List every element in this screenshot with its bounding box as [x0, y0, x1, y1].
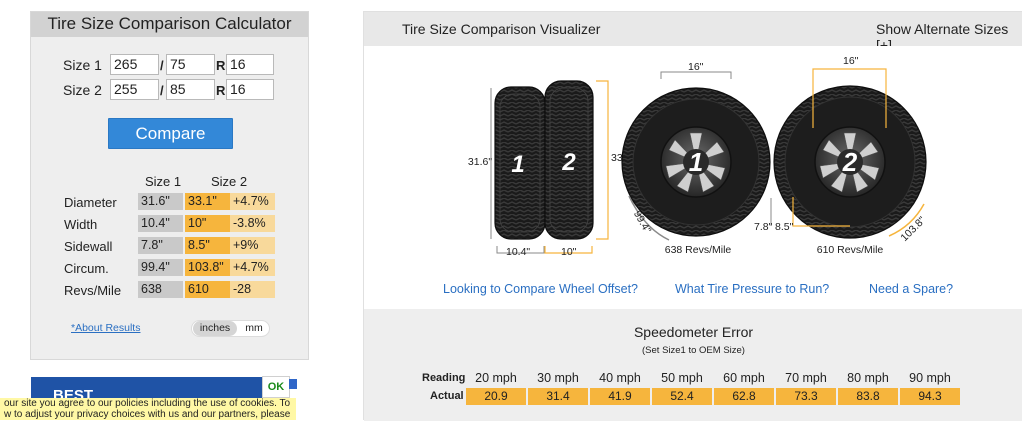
speed-reading: 70 mph: [785, 371, 827, 385]
results-row-label: Revs/Mile: [64, 283, 122, 298]
calculator-title: Tire Size Comparison Calculator: [31, 12, 308, 37]
unit-mm-option[interactable]: mm: [241, 321, 267, 336]
need-spare-link[interactable]: Need a Spare?: [869, 282, 953, 296]
size1-rim-prefix: R: [216, 58, 226, 73]
results-size1-value: 99.4": [138, 259, 183, 276]
size1-separator: /: [160, 58, 164, 73]
tire1-diameter-label: 31.6": [468, 156, 492, 168]
unit-toggle[interactable]: inches mm: [191, 320, 270, 337]
visualizer-title: Tire Size Comparison Visualizer: [402, 21, 601, 37]
calculator-panel: Tire Size Comparison Calculator Size 1 2…: [30, 11, 309, 360]
size2-label: Size 2: [63, 82, 102, 98]
speed-actual: 83.8: [838, 388, 898, 405]
results-diff-value: +4.7%: [230, 259, 275, 276]
speed-actual: 20.9: [466, 388, 526, 405]
cookie-text-line2: w to adjust your privacy choices with us…: [4, 409, 291, 420]
cookie-text-line1: our site you agree to our policies inclu…: [4, 398, 291, 409]
visualizer-panel: Tire Size Comparison Visualizer Show Alt…: [363, 11, 1022, 421]
results-header-size1: Size 1: [145, 174, 182, 189]
size1-width-input[interactable]: 265: [110, 54, 159, 75]
speed-actual: 31.4: [528, 388, 588, 405]
unit-inches-option[interactable]: inches: [193, 321, 237, 336]
results-size1-value: 31.6": [138, 193, 183, 210]
speed-actual: 52.4: [652, 388, 712, 405]
tire2-tread-number: 2: [561, 149, 576, 176]
tire2-sidewall-view: 2: [773, 85, 927, 239]
results-row-label: Diameter: [64, 195, 117, 210]
compare-button[interactable]: Compare: [108, 118, 233, 149]
tire1-revs-label: 638 Revs/Mile: [665, 244, 732, 256]
results-diff-value: -3.8%: [230, 215, 275, 232]
results-size2-value: 33.1": [185, 193, 230, 210]
speed-actual: 73.3: [776, 388, 836, 405]
speed-actual: 62.8: [714, 388, 774, 405]
size1-label: Size 1: [63, 57, 102, 73]
speed-actual: 41.9: [590, 388, 650, 405]
speed-reading: 90 mph: [909, 371, 951, 385]
speed-reading: 80 mph: [847, 371, 889, 385]
cookie-banner: our site you agree to our policies inclu…: [0, 398, 296, 420]
size1-rim-input[interactable]: 16: [226, 54, 274, 75]
tire2-tread-view: 2: [544, 80, 594, 240]
speed-reading: 20 mph: [475, 371, 517, 385]
size2-rim-input[interactable]: 16: [226, 79, 274, 100]
reading-row-label: Reading: [422, 372, 466, 384]
speed-reading: 30 mph: [537, 371, 579, 385]
tire1-rim-guide: [660, 71, 732, 79]
about-results-link[interactable]: *About Results: [71, 322, 140, 334]
results-size1-value: 638: [138, 281, 183, 298]
results-size1-value: 10.4": [138, 215, 183, 232]
size2-width-input[interactable]: 255: [110, 79, 159, 100]
speedometer-error-section: Speedometer Error (Set Size1 to OEM Size…: [364, 309, 1022, 421]
visualizer-header: Tire Size Comparison Visualizer Show Alt…: [364, 12, 1022, 53]
tire1-rim-label: 16": [688, 61, 704, 73]
speed-reading: 40 mph: [599, 371, 641, 385]
results-row-label: Width: [64, 217, 98, 232]
results-size2-value: 8.5": [185, 237, 230, 254]
results-size2-value: 103.8": [185, 259, 230, 276]
results-header-size2: Size 2: [211, 174, 248, 189]
tire2-width-label: 10": [561, 246, 577, 258]
tire2-revs-label: 610 Revs/Mile: [817, 244, 884, 256]
results-diff-value: -28: [230, 281, 275, 298]
size1-ratio-input[interactable]: 75: [166, 54, 215, 75]
size2-separator: /: [160, 83, 164, 98]
results-row-label: Circum.: [64, 261, 109, 276]
speed-reading: 50 mph: [661, 371, 703, 385]
tire1-sidewall-number: 1: [689, 147, 703, 177]
tire2-sidewall-number: 2: [842, 147, 858, 177]
tire2-rim-label: 16": [843, 55, 859, 67]
tire1-tread-number: 1: [511, 151, 524, 178]
tire2-sidewall-label: 8.5": [775, 221, 794, 233]
results-size2-value: 10": [185, 215, 230, 232]
visualizer-body: 1 2 31.6" 33.1" 10.4" 10": [364, 46, 1022, 309]
results-row-label: Sidewall: [64, 239, 113, 254]
results-diff-value: +4.7%: [230, 193, 275, 210]
tire1-sidewall-label: 7.8": [754, 221, 773, 233]
speedometer-subtitle: (Set Size1 to OEM Size): [642, 345, 745, 356]
tire-diagram: 1 2 31.6" 33.1" 10.4" 10": [468, 55, 928, 258]
speed-reading: 60 mph: [723, 371, 765, 385]
ad-close-marker: [289, 379, 297, 389]
tire1-tread-view: 1: [494, 86, 546, 240]
tire1-width-label: 10.4": [506, 246, 530, 258]
size2-rim-prefix: R: [216, 83, 226, 98]
size2-ratio-input[interactable]: 85: [166, 79, 215, 100]
results-diff-value: +9%: [230, 237, 275, 254]
wheel-offset-link[interactable]: Looking to Compare Wheel Offset?: [443, 282, 638, 296]
tire-pressure-link[interactable]: What Tire Pressure to Run?: [675, 282, 829, 296]
results-size2-value: 610: [185, 281, 230, 298]
speed-actual: 94.3: [900, 388, 960, 405]
results-size1-value: 7.8": [138, 237, 183, 254]
actual-row-label: Actual: [430, 390, 464, 402]
cookie-ok-button[interactable]: OK: [262, 376, 290, 398]
speedometer-title: Speedometer Error: [633, 324, 754, 340]
